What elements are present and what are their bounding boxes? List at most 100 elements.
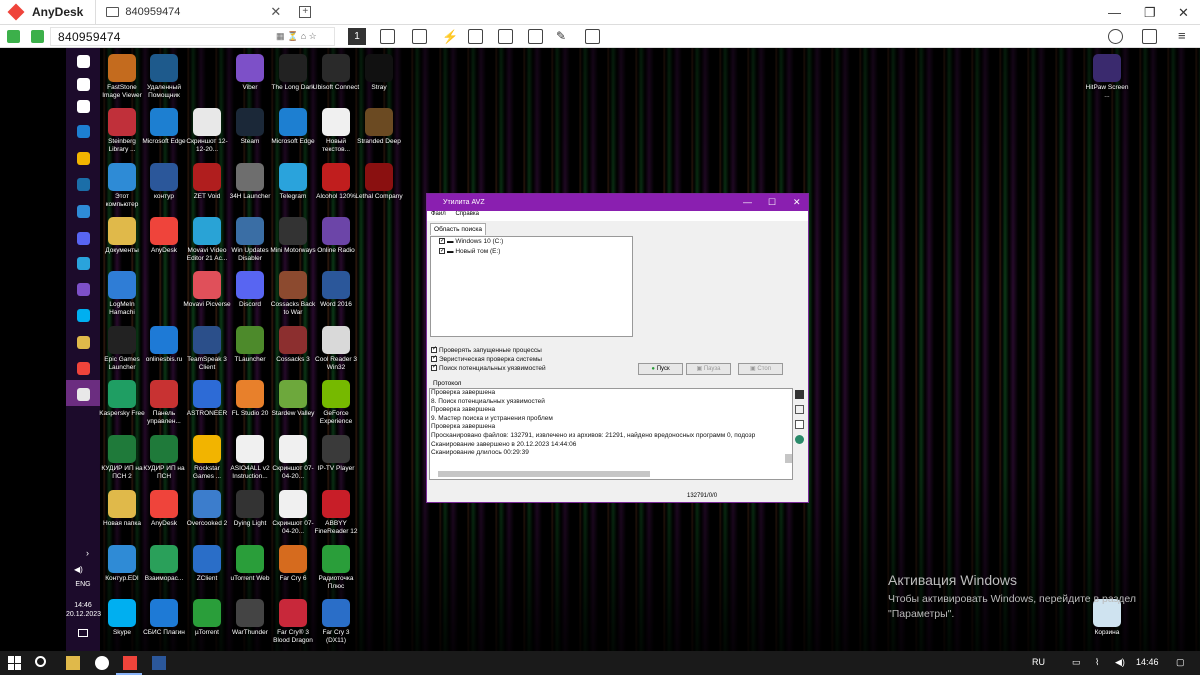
explorer-icon[interactable] (66, 656, 80, 670)
avz-close-icon[interactable]: ✕ (793, 194, 801, 211)
desktop-icon[interactable]: ZET Void (183, 163, 231, 201)
desktop-icon[interactable]: Far Cry 6 (269, 545, 317, 583)
sidebar-app-icon[interactable] (77, 309, 90, 322)
desktop-icon[interactable]: ASTRONEER (183, 380, 231, 418)
session-tab[interactable]: 840959474 (125, 6, 180, 18)
desktop-icon[interactable]: ABBYY FineReader 12 (312, 490, 360, 536)
menu-file[interactable]: Файл (431, 211, 446, 217)
log-area[interactable]: Проверка завершена 8. Поиск потенциальны… (429, 388, 793, 480)
checkbox[interactable] (439, 236, 445, 246)
desktop-icon[interactable]: TLauncher (226, 326, 274, 364)
desktop-icon[interactable]: Панель управлен... (140, 380, 188, 426)
minimize-icon[interactable]: — (1108, 5, 1121, 20)
globe-icon[interactable] (795, 435, 804, 444)
sidebar-app-icon[interactable] (77, 55, 90, 68)
vertical-scrollbar[interactable] (785, 454, 792, 463)
download-icon[interactable] (1142, 29, 1157, 44)
horizontal-scrollbar[interactable] (438, 471, 650, 477)
checkbox[interactable] (431, 345, 437, 354)
save-icon[interactable] (795, 390, 804, 399)
option-vulnerabilities[interactable]: Поиск потенциальных уязвимостей (431, 363, 546, 372)
desktop-icon[interactable]: Cool Reader 3 Win32 (312, 326, 360, 372)
desktop-icon[interactable]: AnyDesk (140, 217, 188, 255)
anydesk-taskbar-icon[interactable] (123, 656, 137, 670)
start-icon[interactable] (8, 656, 22, 670)
checkbox[interactable] (431, 363, 437, 372)
desktop-icon[interactable]: Документы (98, 217, 146, 255)
action-center-icon[interactable]: ▢ (1176, 657, 1185, 668)
option-heuristic[interactable]: Эвристическая проверка системы (431, 354, 542, 363)
stop-button[interactable]: ▣ Стоп (738, 363, 783, 375)
desktop-icon[interactable]: Overcooked 2 (183, 490, 231, 528)
checkbox[interactable] (431, 354, 437, 363)
desktop-icon[interactable]: onlinesbis.ru (140, 326, 188, 364)
permissions-icon[interactable] (528, 29, 543, 44)
desktop-icon[interactable]: Скриншот 07-04-20... (269, 490, 317, 536)
desktop-icon[interactable]: Cossacks Back to War (269, 271, 317, 317)
desktop-icon[interactable]: Удаленный Помощник (140, 54, 188, 100)
yandex-browser-icon[interactable] (95, 656, 109, 670)
word-taskbar-icon[interactable] (152, 656, 166, 670)
desktop-icon[interactable]: Microsoft Edge (140, 108, 188, 146)
desktop-icon[interactable]: Mini Motorways (269, 217, 317, 255)
chat-icon[interactable] (412, 29, 427, 44)
desktop-icon[interactable]: Stranded Deep (355, 108, 403, 146)
sidebar-app-icon[interactable] (77, 125, 90, 138)
desktop-icon[interactable]: TeamSpeak 3 Client (183, 326, 231, 372)
desktop-icon[interactable]: Word 2016 (312, 271, 360, 309)
volume-icon[interactable]: ◀) (1115, 657, 1125, 668)
sidebar-app-icon[interactable] (77, 362, 90, 375)
battery-icon[interactable]: ▭ (1072, 657, 1081, 668)
desktop-icon[interactable]: Movavi Video Editor 21 Ac... (183, 217, 231, 263)
desktop-icon[interactable]: Movavi Picverse (183, 271, 231, 309)
sidebar-app-icon[interactable] (77, 178, 90, 191)
sidebar-app-icon[interactable] (77, 283, 90, 296)
pause-button[interactable]: ▣ Пауза (686, 363, 731, 375)
sidebar-app-icon[interactable] (77, 100, 90, 113)
desktop-icon[interactable]: µTorrent (183, 599, 231, 637)
desktop-icon[interactable]: Радиоточка Плюс (312, 545, 360, 591)
desktop-icon[interactable]: Telegram (269, 163, 317, 201)
desktop-icon[interactable]: Этот компьютер (98, 163, 146, 209)
find-icon[interactable] (795, 405, 804, 414)
desktop-icon[interactable]: КУДИР ИП на ПСН (140, 435, 188, 481)
desktop-icon[interactable]: Взаиморас... (140, 545, 188, 583)
sound-icon[interactable]: ◀) (74, 565, 83, 574)
desktop-icon[interactable]: контур (140, 163, 188, 201)
new-tab-icon[interactable]: + (299, 6, 312, 18)
desktop-icon[interactable]: Контур.EDI (98, 545, 146, 583)
desktop-icon[interactable]: КУДИР ИП на ПСН 2 (98, 435, 146, 481)
desktop-icon[interactable]: LogMeIn Hamachi (98, 271, 146, 317)
desktop-icon[interactable]: Steinberg Library ... (98, 108, 146, 154)
desktop-icon[interactable]: Kaspersky Free (98, 380, 146, 418)
keyboard-icon[interactable] (468, 29, 483, 44)
desktop-icon[interactable]: HitPaw Screen ... (1083, 54, 1131, 100)
avz-maximize-icon[interactable]: ☐ (768, 194, 776, 211)
taskbar-lang[interactable]: RU (1032, 657, 1045, 667)
page-icon[interactable] (795, 420, 804, 429)
notification-icon[interactable] (78, 629, 88, 637)
desktop-icon[interactable]: ZClient (183, 545, 231, 583)
desktop-icon[interactable]: Новый текстов... (312, 108, 360, 154)
desktop-icon[interactable]: FL Studio 20 (226, 380, 274, 418)
record-icon[interactable] (585, 29, 600, 44)
sidebar-app-icon[interactable] (77, 388, 90, 401)
desktop-icon[interactable]: Cossacks 3 (269, 326, 317, 364)
desktop-icon[interactable]: AnyDesk (140, 490, 188, 528)
desktop-icon[interactable]: FastStone Image Viewer (98, 54, 146, 100)
desktop-icon[interactable]: Far Cry 3 (DX11) (312, 599, 360, 645)
sidebar-app-icon[interactable] (77, 232, 90, 245)
desktop-icon[interactable]: Steam (226, 108, 274, 146)
desktop-icon[interactable]: Ubisoft Connect (312, 54, 360, 92)
tree-item[interactable]: ▬ Новый том (E:) (431, 246, 632, 257)
sidebar-app-icon[interactable] (77, 78, 90, 91)
desktop-icon[interactable]: Скриншот 07-04-20... (269, 435, 317, 481)
desktop-icon[interactable]: Far Cry® 3 Blood Dragon (269, 599, 317, 645)
desktop-icon[interactable]: 34H Launcher (226, 163, 274, 201)
desktop-icon[interactable]: Dying Light (226, 490, 274, 528)
tree-item[interactable]: ▬ Windows 10 (C:) (431, 236, 632, 247)
desktop-icon[interactable]: The Long Dark (269, 54, 317, 92)
desktop-icon[interactable]: uTorrent Web (226, 545, 274, 583)
desktop-icon[interactable]: GeForce Experience (312, 380, 360, 426)
transfer-icon[interactable] (380, 29, 395, 44)
